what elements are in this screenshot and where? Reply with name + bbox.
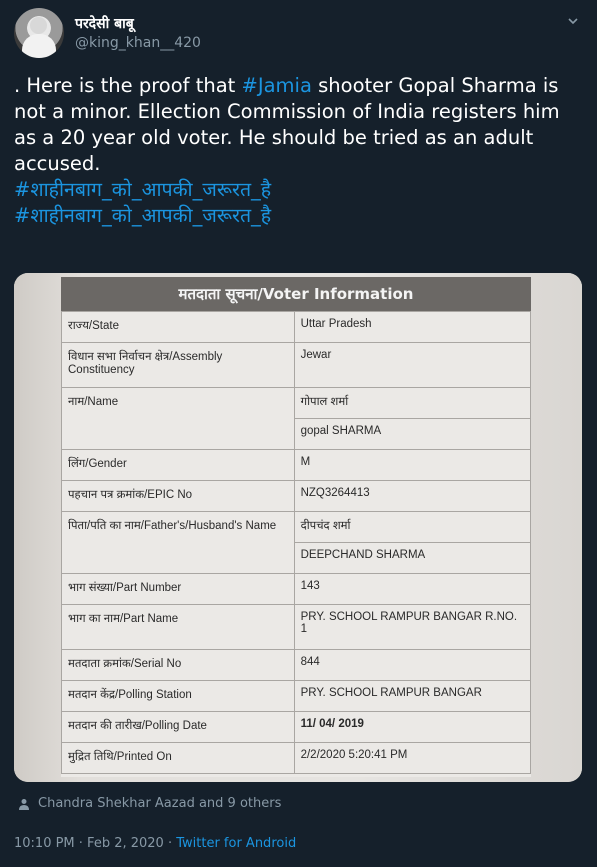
hashtag-shaheenbagh-1[interactable]: #शाहीनबाग_को_आपकी_जरूरत_है xyxy=(14,177,586,203)
table-row: मतदान केंद्र/Polling Station PRY. SCHOOL… xyxy=(61,680,532,712)
tweet-text: . Here is the proof that #Jamia shooter … xyxy=(14,73,586,229)
tweet-timestamp[interactable]: 10:10 PM · Feb 2, 2020 · xyxy=(14,836,176,851)
table-row: लिंग/Gender M xyxy=(61,449,532,481)
table-row: राज्य/State Uttar Pradesh xyxy=(61,311,532,343)
tweet-line-1: . Here is the proof that #Jamia shooter … xyxy=(14,74,559,97)
table-row: मुद्रित तिथि/Printed On 2/2/2020 5:20:41… xyxy=(61,742,532,774)
user-handle[interactable]: @king_khan__420 xyxy=(75,35,201,51)
table-row: पहचान पत्र क्रमांक/EPIC No NZQ3264413 xyxy=(61,480,532,512)
liked-by-text[interactable]: Chandra Shekhar Aazad and 9 others xyxy=(38,796,281,811)
tweet-header: परदेसी बाबू @king_khan__420 xyxy=(14,8,584,58)
table-row: नाम/Name गोपाल शर्मा xyxy=(61,387,532,450)
table-row: पिता/पति का नाम/Father's/Husband's Name … xyxy=(61,511,532,574)
tweet-line-2: not a minor. Ellection Commission of Ind… xyxy=(14,100,560,123)
tweet-source-link[interactable]: Twitter for Android xyxy=(176,836,296,851)
hashtag-shaheenbagh-2[interactable]: #शाहीनबाग_को_आपकी_जरूरत_है xyxy=(14,203,586,229)
table-row: मतदान की तारीख/Polling Date 11/ 04/ 2019 xyxy=(61,711,532,743)
tweet-meta: 10:10 PM · Feb 2, 2020 · Twitter for And… xyxy=(14,836,296,851)
chevron-down-icon[interactable] xyxy=(568,16,578,26)
hashtag-jamia[interactable]: #Jamia xyxy=(242,74,312,97)
voter-info-title: मतदाता सूचना/Voter Information xyxy=(61,277,531,311)
table-row: मतदाता क्रमांक/Serial No 844 xyxy=(61,649,532,681)
voter-info-card: मतदाता सूचना/Voter Information राज्य/Sta… xyxy=(61,277,532,777)
display-name[interactable]: परदेसी बाबू xyxy=(75,14,134,33)
table-row: विधान सभा निर्वाचन क्षेत्र/Assembly Cons… xyxy=(61,342,532,388)
tweet-media-image[interactable]: मतदाता सूचना/Voter Information राज्य/Sta… xyxy=(14,273,582,782)
table-row: भाग संख्या/Part Number 143 xyxy=(61,573,532,605)
tweet-line-4: accused. xyxy=(14,152,101,175)
table-row: भाग का नाम/Part Name PRY. SCHOOL RAMPUR … xyxy=(61,604,532,650)
tweet-line-3: as a 20 year old voter. He should be tri… xyxy=(14,126,534,149)
person-icon xyxy=(18,798,30,810)
avatar[interactable] xyxy=(14,8,64,58)
voter-info-table: राज्य/State Uttar Pradesh विधान सभा निर्… xyxy=(61,311,532,774)
liked-by[interactable]: Chandra Shekhar Aazad and 9 others xyxy=(18,796,281,811)
